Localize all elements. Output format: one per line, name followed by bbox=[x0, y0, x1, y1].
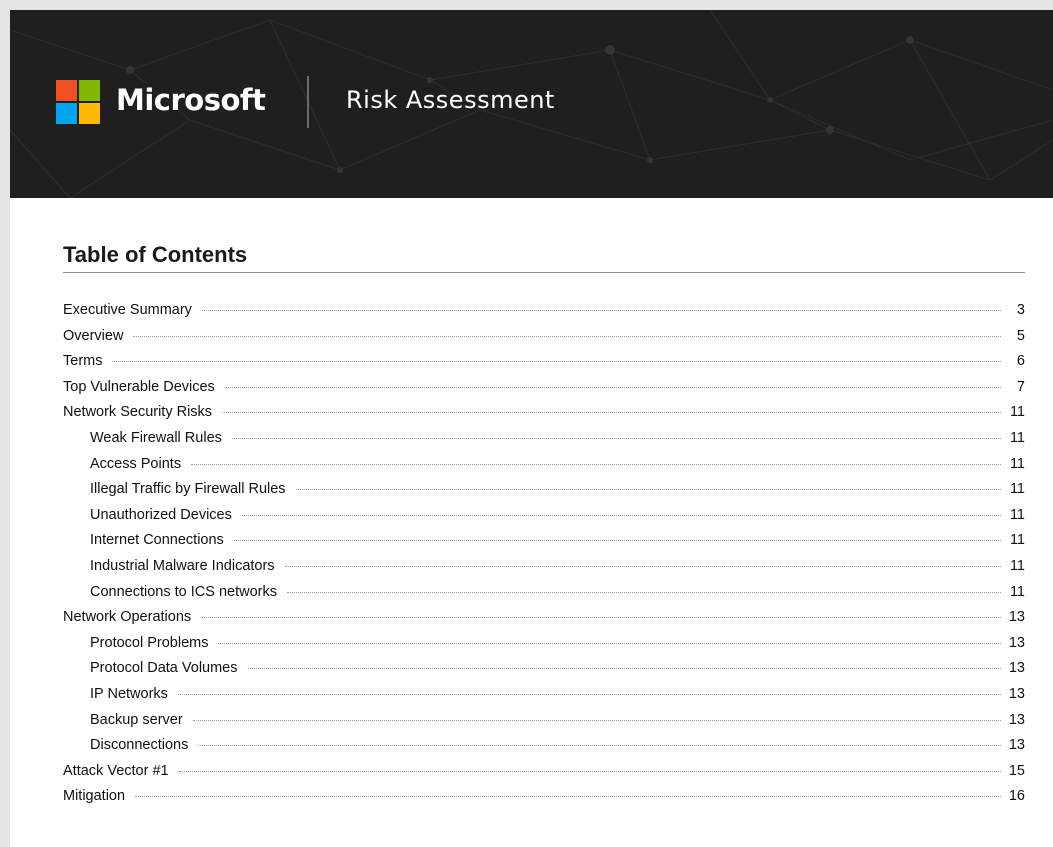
dot-leader bbox=[178, 770, 1001, 772]
header-divider bbox=[307, 76, 309, 128]
toc-entry[interactable]: Weak Firewall Rules 11 bbox=[63, 430, 1025, 456]
toc-entry[interactable]: Network Operations 13 bbox=[63, 609, 1025, 635]
toc-page-number[interactable]: 7 bbox=[1009, 379, 1025, 395]
toc-entry[interactable]: Internet Connections 11 bbox=[63, 532, 1025, 558]
toc-page-number[interactable]: 13 bbox=[1009, 635, 1025, 651]
toc-page-number[interactable]: 11 bbox=[1009, 456, 1025, 472]
header-banner: Microsoft Risk Assessment bbox=[10, 10, 1053, 198]
dot-leader bbox=[284, 565, 1001, 567]
logo-square-yellow bbox=[79, 103, 100, 124]
toc-entry[interactable]: Illegal Traffic by Firewall Rules 11 bbox=[63, 481, 1025, 507]
toc-entry-title[interactable]: Terms bbox=[63, 353, 102, 369]
toc-entry[interactable]: Attack Vector #1 15 bbox=[63, 763, 1025, 789]
toc-page-number[interactable]: 11 bbox=[1009, 507, 1025, 523]
toc-entry[interactable]: Top Vulnerable Devices 7 bbox=[63, 379, 1025, 405]
toc-entry[interactable]: Connections to ICS networks 11 bbox=[63, 584, 1025, 610]
toc-entry-title[interactable]: Illegal Traffic by Firewall Rules bbox=[90, 481, 286, 497]
toc-page-number[interactable]: 13 bbox=[1009, 686, 1025, 702]
toc-entry-title[interactable]: Backup server bbox=[90, 712, 183, 728]
toc-entry[interactable]: Protocol Problems 13 bbox=[63, 635, 1025, 661]
dot-leader bbox=[218, 642, 1001, 644]
toc-entry-title[interactable]: Network Operations bbox=[63, 609, 191, 625]
toc-page-number[interactable]: 11 bbox=[1009, 584, 1025, 600]
toc-entry-title[interactable]: Protocol Data Volumes bbox=[90, 660, 238, 676]
dot-leader bbox=[241, 514, 1001, 516]
dot-leader bbox=[233, 540, 1001, 542]
dot-leader bbox=[191, 463, 1001, 465]
toc-page-number[interactable]: 5 bbox=[1009, 328, 1025, 344]
toc-entry[interactable]: Backup server 13 bbox=[63, 712, 1025, 738]
toc-entry[interactable]: Disconnections 13 bbox=[63, 737, 1025, 763]
toc-entry[interactable]: Executive Summary 3 bbox=[63, 302, 1025, 328]
toc-entry[interactable]: Network Security Risks 11 bbox=[63, 404, 1025, 430]
toc-page-number[interactable]: 13 bbox=[1009, 660, 1025, 676]
dot-leader bbox=[201, 617, 1001, 619]
toc-entry[interactable]: Industrial Malware Indicators 11 bbox=[63, 558, 1025, 584]
dot-leader bbox=[177, 693, 1001, 695]
dot-leader bbox=[222, 412, 1001, 414]
toc-entry[interactable]: Mitigation 16 bbox=[63, 788, 1025, 814]
toc-page-number[interactable]: 13 bbox=[1009, 712, 1025, 728]
toc-entry-title[interactable]: Industrial Malware Indicators bbox=[90, 558, 275, 574]
toc-entry-title[interactable]: Unauthorized Devices bbox=[90, 507, 232, 523]
toc-page-number[interactable]: 11 bbox=[1009, 404, 1025, 420]
toc-entry-title[interactable]: Network Security Risks bbox=[63, 404, 212, 420]
toc-entry[interactable]: Terms 6 bbox=[63, 353, 1025, 379]
toc-page-number[interactable]: 13 bbox=[1009, 737, 1025, 753]
toc-page-number[interactable]: 11 bbox=[1009, 532, 1025, 548]
dot-leader bbox=[201, 310, 1001, 311]
toc-list: Executive Summary 3 Overview 5 Terms 6 Top Vul… bbox=[63, 302, 1025, 814]
toc-entry-title[interactable]: Connections to ICS networks bbox=[90, 584, 277, 600]
dot-leader bbox=[247, 668, 1001, 670]
toc-entry[interactable]: Unauthorized Devices 11 bbox=[63, 507, 1025, 533]
toc-entry[interactable]: Access Points 11 bbox=[63, 456, 1025, 482]
toc-entry-title[interactable]: IP Networks bbox=[90, 686, 168, 702]
toc-entry-title[interactable]: Top Vulnerable Devices bbox=[63, 379, 215, 395]
dot-leader bbox=[286, 591, 1001, 593]
dot-leader bbox=[295, 489, 1001, 491]
toc-page-number[interactable]: 13 bbox=[1009, 609, 1025, 625]
toc-entry-title[interactable]: Overview bbox=[63, 328, 123, 344]
microsoft-logo-icon bbox=[56, 80, 101, 125]
document-title: Risk Assessment bbox=[346, 86, 555, 114]
toc-entry[interactable]: Protocol Data Volumes 13 bbox=[63, 660, 1025, 686]
toc-entry[interactable]: IP Networks 13 bbox=[63, 686, 1025, 712]
dot-leader bbox=[224, 386, 1001, 388]
dot-leader bbox=[231, 437, 1001, 439]
dot-leader bbox=[198, 745, 1001, 747]
toc-page-number[interactable]: 16 bbox=[1009, 788, 1025, 804]
toc-divider bbox=[63, 272, 1025, 273]
toc-entry-title[interactable]: Mitigation bbox=[63, 788, 125, 804]
toc-page-number[interactable]: 3 bbox=[1009, 302, 1025, 318]
dot-leader bbox=[133, 335, 1001, 337]
dot-leader bbox=[112, 361, 1001, 363]
toc-page-number[interactable]: 11 bbox=[1009, 558, 1025, 574]
document-page: Microsoft Risk Assessment Table of Conte… bbox=[10, 10, 1053, 847]
toc-page-number[interactable]: 11 bbox=[1009, 430, 1025, 446]
toc-entry-title[interactable]: Weak Firewall Rules bbox=[90, 430, 222, 446]
logo-square-blue bbox=[56, 103, 77, 124]
toc-entry[interactable]: Overview 5 bbox=[63, 328, 1025, 354]
toc-entry-title[interactable]: Access Points bbox=[90, 456, 181, 472]
toc-page-number[interactable]: 11 bbox=[1009, 481, 1025, 497]
brand-name: Microsoft bbox=[116, 83, 266, 117]
dot-leader bbox=[135, 796, 1001, 798]
toc-page-number[interactable]: 6 bbox=[1009, 353, 1025, 369]
toc-entry-title[interactable]: Internet Connections bbox=[90, 532, 224, 548]
dot-leader bbox=[192, 719, 1001, 721]
logo-square-green bbox=[79, 80, 100, 101]
logo-square-red bbox=[56, 80, 77, 101]
toc-entry-title[interactable]: Executive Summary bbox=[63, 302, 192, 318]
toc-page-number[interactable]: 15 bbox=[1009, 763, 1025, 779]
toc-entry-title[interactable]: Disconnections bbox=[90, 737, 188, 753]
toc-entry-title[interactable]: Protocol Problems bbox=[90, 635, 208, 651]
toc-entry-title[interactable]: Attack Vector #1 bbox=[63, 763, 169, 779]
toc-heading: Table of Contents bbox=[63, 242, 248, 267]
